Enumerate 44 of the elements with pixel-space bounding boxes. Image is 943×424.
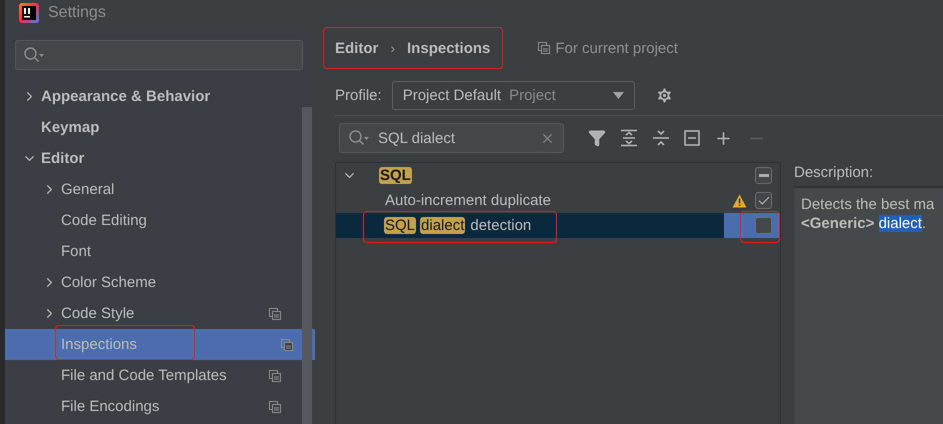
sidebar-item[interactable]: Color Scheme [5, 267, 303, 298]
sidebar-item[interactable]: Font [5, 236, 303, 267]
copy-icon [281, 338, 293, 350]
description-text: <Generic> dialect. [801, 215, 928, 232]
minus-square-icon[interactable] [684, 130, 700, 146]
scrollbar[interactable] [302, 107, 312, 424]
filter-icon[interactable] [588, 129, 606, 147]
description-text: Detects the best ma [801, 196, 936, 213]
collapse-all-icon[interactable] [652, 129, 670, 147]
sidebar-item[interactable]: General [5, 174, 303, 205]
sidebar-item[interactable]: Appearance & Behavior [5, 81, 303, 112]
sidebar-item[interactable]: Code Editing [5, 205, 303, 236]
minus-icon [758, 174, 768, 177]
window-title: Settings [48, 4, 106, 22]
description-label: Description: [794, 164, 874, 183]
inspection-group[interactable]: SQL [379, 167, 740, 184]
copy-icon [269, 400, 281, 412]
breadcrumb-item[interactable]: Editor [335, 40, 378, 56]
filter-search-field[interactable]: SQL dialect [339, 123, 564, 153]
search-icon[interactable] [348, 129, 370, 147]
inspection-row[interactable]: SQL dialect detection [336, 213, 780, 238]
sidebar-item[interactable]: Keymap [5, 112, 303, 143]
copy-icon [269, 308, 281, 320]
profile-label: Profile: [335, 86, 382, 104]
sidebar-item[interactable]: Editor [5, 143, 303, 174]
search-icon[interactable] [23, 46, 45, 64]
dropdown-arrow-icon [612, 92, 624, 98]
breadcrumb-item[interactable]: Inspections [407, 40, 490, 56]
breadcrumb-separator: › [390, 40, 396, 56]
checkbox[interactable] [755, 167, 772, 184]
search-field[interactable] [15, 40, 303, 70]
sidebar-item[interactable]: File Encodings [5, 391, 303, 422]
sidebar-item[interactable]: Code Style [5, 298, 303, 329]
expand-all-icon[interactable] [620, 129, 638, 147]
checkbox[interactable] [755, 217, 772, 234]
copy-icon [269, 370, 281, 382]
profile-dropdown[interactable]: Project Default Project [392, 80, 635, 110]
copy-icon [538, 42, 550, 54]
app-logo-icon [19, 2, 39, 22]
checkbox[interactable] [755, 192, 772, 209]
inspection-row[interactable]: Auto-increment duplicate [336, 188, 780, 213]
annotation-frame [740, 211, 780, 243]
scope-note: For current project [555, 40, 678, 56]
sidebar-item[interactable]: File and Code Templates [5, 360, 303, 391]
